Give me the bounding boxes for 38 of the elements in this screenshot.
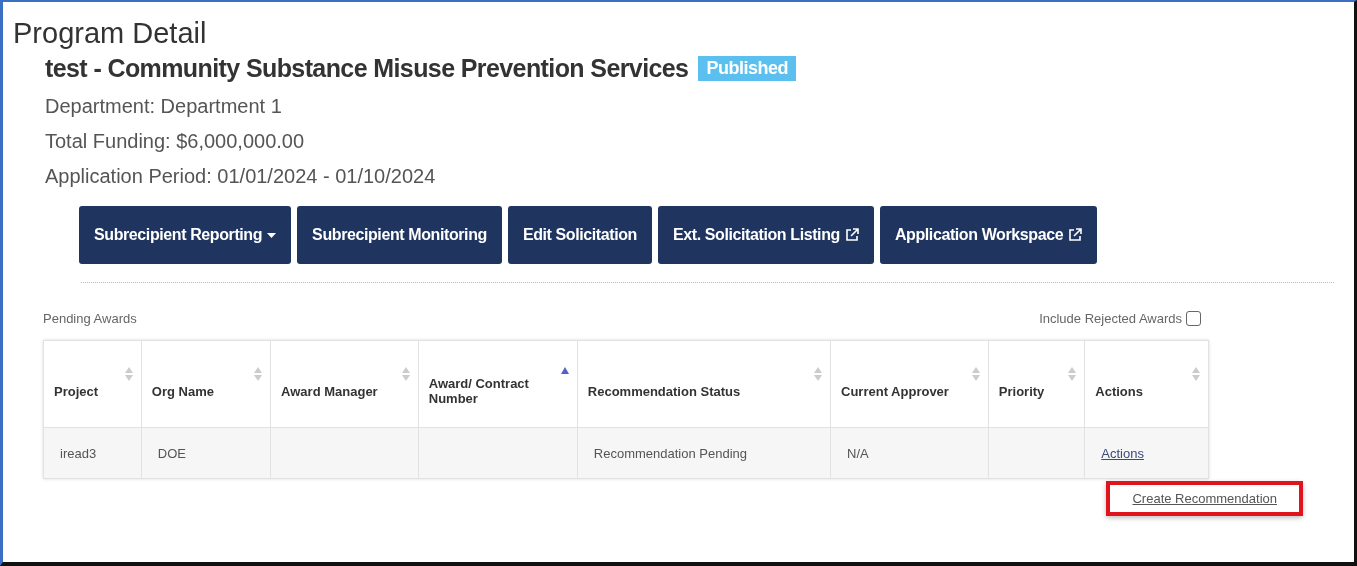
checkbox-label: Include Rejected Awards [1039, 311, 1182, 326]
column-header[interactable]: Project [54, 383, 99, 399]
column-header[interactable]: Actions [1095, 383, 1143, 399]
sort-icon[interactable] [124, 367, 133, 381]
caret-down-icon [267, 232, 277, 238]
column-header[interactable]: Current Approver [841, 383, 949, 399]
sort-ascending-icon[interactable] [560, 367, 569, 374]
action-button[interactable]: Edit Solicitation [507, 206, 652, 264]
action-button[interactable]: Subrecipient Reporting [79, 206, 292, 264]
external-link-icon [1068, 228, 1083, 242]
sort-icon[interactable] [254, 367, 263, 381]
sort-icon[interactable] [971, 367, 980, 381]
sort-icon[interactable] [814, 367, 823, 381]
external-link-icon [844, 228, 859, 242]
table-cell: DOE [157, 445, 186, 461]
column-header[interactable]: Org Name [151, 383, 214, 399]
section-title: Pending Awards [43, 311, 137, 326]
page-title: Program Detail [13, 16, 208, 50]
program-detail: Department: Department 1 [45, 94, 283, 118]
program-name: test - Community Substance Misuse Prevention Services [45, 54, 689, 83]
column-header[interactable]: Award Manager [281, 383, 378, 399]
action-button[interactable]: Application Workspace [879, 206, 1098, 264]
sort-icon[interactable] [1068, 367, 1077, 381]
sort-icon[interactable] [1192, 367, 1200, 381]
actions-link[interactable]: Actions [1101, 445, 1144, 461]
table-cell: N/A [847, 445, 869, 461]
action-button[interactable]: Ext. Solicitation Listing [658, 206, 874, 264]
program-detail: Total Funding: $6,000,000.00 [45, 129, 306, 153]
checkbox[interactable] [1186, 311, 1201, 326]
table-cell: iread3 [60, 445, 97, 461]
status-badge: Published [698, 56, 796, 81]
table-cell: Recommendation Pending [593, 445, 747, 461]
program-detail: Application Period: 01/01/2024 - 01/10/2024 [45, 164, 437, 188]
sort-icon[interactable] [401, 367, 410, 381]
action-button[interactable]: Subrecipient Monitoring [297, 206, 502, 264]
menu-item[interactable]: Create Recommendation [1106, 481, 1303, 516]
column-header[interactable]: Priority [998, 383, 1045, 399]
column-header[interactable]: Recommendation Status [587, 383, 741, 399]
